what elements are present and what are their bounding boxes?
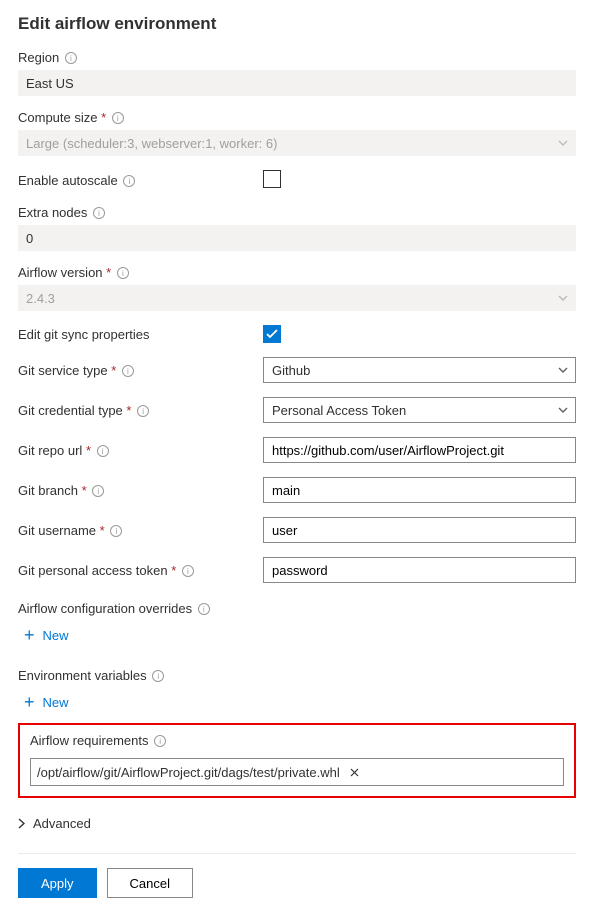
info-icon[interactable]: i: [154, 735, 166, 747]
compute-size-select: [18, 130, 576, 156]
git-pat-input[interactable]: [263, 557, 576, 583]
remove-tag-button[interactable]: [346, 768, 363, 777]
autoscale-checkbox[interactable]: [263, 170, 281, 188]
info-icon[interactable]: i: [92, 485, 104, 497]
extra-nodes-input[interactable]: [18, 225, 576, 251]
git-pat-label: Git personal access token * i: [18, 563, 263, 578]
info-icon[interactable]: i: [93, 207, 105, 219]
info-icon[interactable]: i: [137, 405, 149, 417]
git-credential-type-select[interactable]: Personal Access Token: [263, 397, 576, 423]
info-icon[interactable]: i: [122, 365, 134, 377]
info-icon[interactable]: i: [112, 112, 124, 124]
add-config-override-button[interactable]: + New: [18, 626, 69, 644]
git-branch-input[interactable]: [263, 477, 576, 503]
git-service-type-select[interactable]: Github: [263, 357, 576, 383]
airflow-requirements-section: Airflow requirements i /opt/airflow/git/…: [18, 723, 576, 798]
requirement-tag: /opt/airflow/git/AirflowProject.git/dags…: [37, 765, 340, 780]
env-vars-label: Environment variables i: [18, 668, 576, 683]
edit-git-sync-checkbox[interactable]: [263, 325, 281, 343]
info-icon[interactable]: i: [97, 445, 109, 457]
info-icon[interactable]: i: [123, 175, 135, 187]
extra-nodes-label: Extra nodes i: [18, 205, 576, 220]
add-env-var-button[interactable]: + New: [18, 693, 69, 711]
config-overrides-label: Airflow configuration overrides i: [18, 601, 576, 616]
git-repo-url-label: Git repo url * i: [18, 443, 263, 458]
cancel-button[interactable]: Cancel: [107, 868, 193, 898]
requirements-label: Airflow requirements i: [30, 733, 564, 748]
info-icon[interactable]: i: [117, 267, 129, 279]
close-icon: [350, 768, 359, 777]
apply-button[interactable]: Apply: [18, 868, 97, 898]
git-username-label: Git username * i: [18, 523, 263, 538]
info-icon[interactable]: i: [182, 565, 194, 577]
info-icon[interactable]: i: [65, 52, 77, 64]
info-icon[interactable]: i: [152, 670, 164, 682]
checkmark-icon: [266, 329, 278, 339]
git-repo-url-input[interactable]: [263, 437, 576, 463]
region-input[interactable]: [18, 70, 576, 96]
page-title: Edit airflow environment: [18, 14, 576, 34]
info-icon[interactable]: i: [198, 603, 210, 615]
chevron-right-icon: [18, 818, 25, 829]
edit-git-sync-label: Edit git sync properties: [18, 327, 263, 342]
plus-icon: +: [24, 626, 35, 644]
region-label: Region i: [18, 50, 576, 65]
info-icon[interactable]: i: [110, 525, 122, 537]
requirements-input[interactable]: /opt/airflow/git/AirflowProject.git/dags…: [30, 758, 564, 786]
git-username-input[interactable]: [263, 517, 576, 543]
autoscale-label: Enable autoscale i: [18, 173, 263, 188]
airflow-version-label: Airflow version * i: [18, 265, 576, 280]
compute-size-label: Compute size * i: [18, 110, 576, 125]
git-credential-type-label: Git credential type * i: [18, 403, 263, 418]
git-service-type-label: Git service type * i: [18, 363, 263, 378]
git-branch-label: Git branch * i: [18, 483, 263, 498]
plus-icon: +: [24, 693, 35, 711]
advanced-expander[interactable]: Advanced: [18, 816, 91, 831]
airflow-version-select: [18, 285, 576, 311]
